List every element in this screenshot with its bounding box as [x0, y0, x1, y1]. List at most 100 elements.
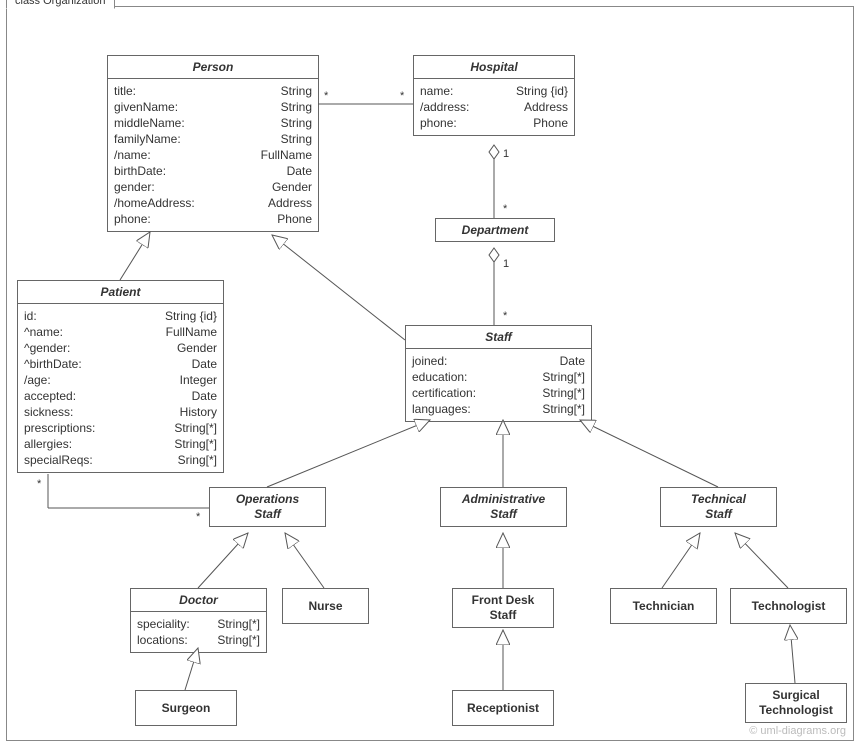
- title-line: Operations: [236, 492, 299, 506]
- attr-type: String {id}: [516, 83, 568, 99]
- attr-type: String[*]: [542, 385, 585, 401]
- class-technician: Technician: [610, 588, 717, 624]
- attr: birthDate:: [114, 163, 166, 179]
- attr-type: String: [281, 83, 312, 99]
- multiplicity: *: [503, 310, 507, 322]
- attr-type: String: [281, 131, 312, 147]
- multiplicity: *: [400, 90, 404, 102]
- attr-type: Gender: [272, 179, 312, 195]
- attr-type: History: [180, 404, 217, 420]
- attr: joined:: [412, 353, 447, 369]
- title-line: Administrative: [462, 492, 545, 506]
- attr: id:: [24, 308, 37, 324]
- attr: /age:: [24, 372, 51, 388]
- class-operations-staff: Operations Staff: [209, 487, 326, 527]
- class-person-body: title: String givenName: String middleName…: [108, 79, 318, 231]
- class-nurse: Nurse: [282, 588, 369, 624]
- title-line: Surgical: [772, 688, 819, 702]
- attr: accepted:: [24, 388, 76, 404]
- attr-type: String: [281, 99, 312, 115]
- title-line: Technologist: [759, 703, 833, 717]
- class-patient: Patient id: String {id} ^name: FullName ^g…: [17, 280, 224, 473]
- attr: ^gender:: [24, 340, 70, 356]
- attr: phone:: [420, 115, 457, 131]
- multiplicity: *: [37, 478, 41, 490]
- attr: allergies:: [24, 436, 72, 452]
- attr-type: Phone: [533, 115, 568, 131]
- class-department-title: Department: [436, 219, 554, 241]
- attr-type: Address: [524, 99, 568, 115]
- attr-type: Date: [287, 163, 312, 179]
- attr: ^name:: [24, 324, 63, 340]
- attr: /homeAddress:: [114, 195, 195, 211]
- multiplicity: 1: [503, 258, 509, 270]
- multiplicity: *: [324, 90, 328, 102]
- attr-type: String: [281, 115, 312, 131]
- class-patient-title: Patient: [18, 281, 223, 304]
- title-line: Staff: [490, 608, 517, 622]
- attr: title:: [114, 83, 136, 99]
- attr: prescriptions:: [24, 420, 95, 436]
- attr-type: String[*]: [174, 436, 217, 452]
- attr: name:: [420, 83, 453, 99]
- attr-type: Date: [192, 356, 217, 372]
- attr-type: Address: [268, 195, 312, 211]
- attr: /address:: [420, 99, 469, 115]
- attr: phone:: [114, 211, 151, 227]
- class-staff: Staff joined: Date education: String[*] ce…: [405, 325, 592, 422]
- attr-type: Gender: [177, 340, 217, 356]
- title-line: Technical: [691, 492, 746, 506]
- attr: specialReqs:: [24, 452, 93, 468]
- class-staff-title: Staff: [406, 326, 591, 349]
- attr-type: String {id}: [165, 308, 217, 324]
- attr-type: FullName: [261, 147, 312, 163]
- attr: locations:: [137, 632, 188, 648]
- attr-type: Sring[*]: [178, 452, 217, 468]
- attr-type: Date: [192, 388, 217, 404]
- attr: education:: [412, 369, 467, 385]
- title-line: Staff: [490, 507, 516, 521]
- attr-type: String[*]: [217, 632, 260, 648]
- class-hospital: Hospital name: String {id} /address: Addre…: [413, 55, 575, 136]
- attr-type: Integer: [180, 372, 217, 388]
- class-doctor: Doctor speciality: String[*] locations: St…: [130, 588, 267, 653]
- class-doctor-title: Doctor: [131, 589, 266, 612]
- class-front-desk-staff: Front Desk Staff: [452, 588, 554, 628]
- attr: middleName:: [114, 115, 185, 131]
- diagram-title-tab: class Organization: [6, 0, 115, 9]
- diagram-frame: class Organization Person title: String g…: [0, 0, 860, 747]
- attr: gender:: [114, 179, 155, 195]
- title-line: Staff: [254, 507, 280, 521]
- attr-type: Date: [560, 353, 585, 369]
- attr: sickness:: [24, 404, 73, 420]
- class-technical-staff: Technical Staff: [660, 487, 777, 527]
- class-receptionist: Receptionist: [452, 690, 554, 726]
- attr: /name:: [114, 147, 151, 163]
- attr-type: String[*]: [174, 420, 217, 436]
- class-surgeon: Surgeon: [135, 690, 237, 726]
- attr: speciality:: [137, 616, 190, 632]
- multiplicity: *: [196, 511, 200, 523]
- class-person: Person title: String givenName: String mid…: [107, 55, 319, 232]
- attr-type: FullName: [166, 324, 217, 340]
- class-department: Department: [435, 218, 555, 242]
- multiplicity: 1: [503, 148, 509, 160]
- attr-type: String[*]: [542, 401, 585, 417]
- attr: certification:: [412, 385, 476, 401]
- credit-text: © uml-diagrams.org: [749, 725, 846, 737]
- class-administrative-staff: Administrative Staff: [440, 487, 567, 527]
- title-line: Front Desk: [472, 593, 535, 607]
- class-person-title: Person: [108, 56, 318, 79]
- multiplicity: *: [503, 203, 507, 215]
- class-technologist: Technologist: [730, 588, 847, 624]
- attr-type: String[*]: [217, 616, 260, 632]
- attr: givenName:: [114, 99, 178, 115]
- attr: familyName:: [114, 131, 181, 147]
- attr-type: String[*]: [542, 369, 585, 385]
- attr-type: Phone: [277, 211, 312, 227]
- attr: ^birthDate:: [24, 356, 82, 372]
- class-hospital-title: Hospital: [414, 56, 574, 79]
- class-surgical-technologist: Surgical Technologist: [745, 683, 847, 723]
- attr: languages:: [412, 401, 471, 417]
- title-line: Staff: [705, 507, 731, 521]
